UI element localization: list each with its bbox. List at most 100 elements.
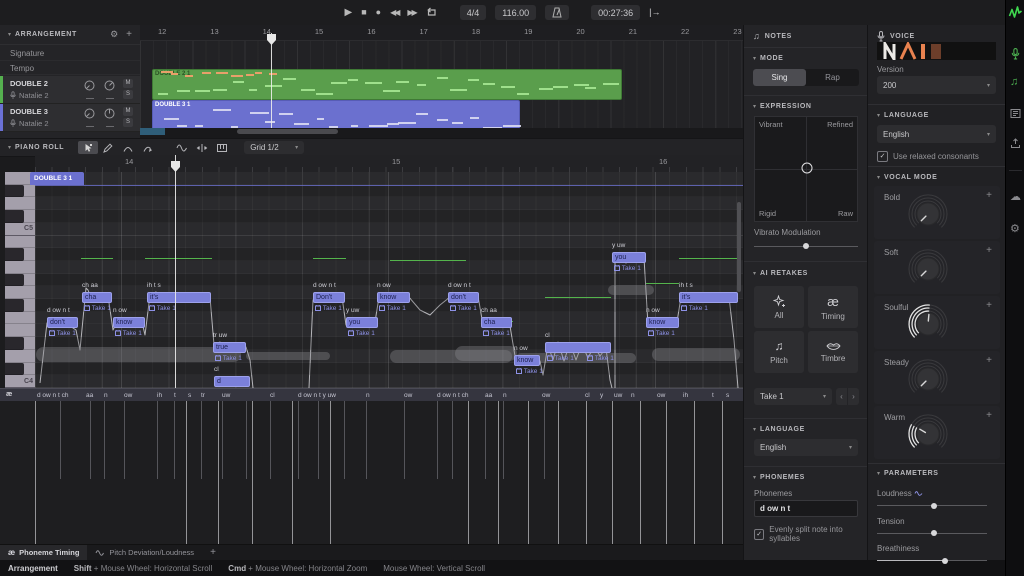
loudness-line[interactable] bbox=[646, 283, 679, 284]
piano-keys[interactable]: C5C4 bbox=[5, 172, 35, 388]
settings-gear-icon[interactable]: ⚙ bbox=[1010, 222, 1020, 235]
timing-line[interactable] bbox=[452, 401, 453, 479]
take-select[interactable]: Take 1▾ bbox=[754, 388, 832, 405]
timing-line[interactable] bbox=[558, 401, 559, 544]
loudness-line[interactable] bbox=[679, 258, 739, 259]
piano-view-toggle[interactable] bbox=[212, 141, 232, 154]
piano-roll-note[interactable]: cha bbox=[481, 317, 512, 328]
vocal-mode-knob[interactable] bbox=[902, 190, 954, 240]
piano-roll-scrollbar[interactable] bbox=[737, 202, 741, 292]
export-panel-icon[interactable] bbox=[1010, 138, 1021, 149]
loop-button[interactable] bbox=[425, 7, 438, 18]
phoneme-token[interactable]: t bbox=[174, 392, 176, 399]
grid-select[interactable]: Grid 1/2▾ bbox=[244, 141, 304, 154]
arrangement-settings-icon[interactable]: ⚙ bbox=[110, 29, 118, 40]
phoneme-token[interactable]: n bbox=[104, 392, 108, 399]
voice-logo[interactable] bbox=[877, 42, 996, 60]
piano-roll-note[interactable]: know bbox=[377, 292, 410, 303]
timing-line[interactable] bbox=[330, 401, 331, 544]
breathiness-slider[interactable] bbox=[877, 557, 987, 564]
expression-handle[interactable] bbox=[801, 163, 812, 174]
volume-knob[interactable] bbox=[104, 80, 115, 91]
slider-thumb[interactable] bbox=[931, 503, 937, 509]
version-select[interactable]: 200▾ bbox=[877, 76, 996, 94]
phonemes-section-header[interactable]: ▾PHONEMES bbox=[753, 474, 805, 481]
vocal-mode-knob[interactable] bbox=[902, 355, 954, 405]
rap-button[interactable]: Rap bbox=[806, 69, 859, 86]
arrangement-timeline[interactable]: 121314151617181920212223 DOUBLE 2 1DOUBL… bbox=[140, 25, 743, 138]
track-voice[interactable]: Natalie 2 bbox=[19, 91, 49, 100]
vocal-mode-header[interactable]: ▾VOCAL MODE bbox=[877, 174, 937, 181]
piano-roll-grid[interactable]: d ow n tdon't Take 1ch aacha Take 1n owk… bbox=[35, 172, 743, 388]
phoneme-token[interactable]: aa bbox=[86, 392, 93, 399]
vibrato-slider[interactable] bbox=[754, 243, 858, 250]
go-to-end-button[interactable]: |→ bbox=[649, 5, 660, 20]
pitch-pencil-tool-button[interactable] bbox=[138, 141, 158, 154]
note-take-label[interactable]: Take 1 bbox=[315, 305, 342, 312]
timing-line[interactable] bbox=[722, 401, 723, 544]
play-button[interactable]: ▶ bbox=[345, 5, 353, 20]
collapse-chevron-icon[interactable]: ▾ bbox=[8, 31, 11, 38]
piano-roll-note[interactable]: it's bbox=[147, 292, 211, 303]
piano-roll-note[interactable] bbox=[545, 342, 611, 353]
timing-line[interactable] bbox=[124, 401, 125, 479]
track-row[interactable]: DOUBLE 3Natalie 2MS bbox=[0, 104, 140, 132]
phoneme-token[interactable]: tr bbox=[201, 392, 205, 399]
timing-line[interactable] bbox=[292, 401, 293, 544]
scrollbar-thumb[interactable] bbox=[237, 129, 338, 134]
piano-roll-note[interactable]: don't bbox=[47, 317, 78, 328]
timing-line[interactable] bbox=[218, 401, 219, 544]
add-track-button[interactable]: + bbox=[126, 29, 132, 40]
note-take-label[interactable]: Take 1 bbox=[348, 330, 375, 337]
timing-line[interactable] bbox=[503, 401, 504, 479]
phoneme-strip[interactable]: æ d ow n t chaanowihtstruwcld ow n t y u… bbox=[0, 388, 743, 401]
tab-phoneme-timing[interactable]: æ Phoneme Timing bbox=[0, 545, 87, 560]
mute-button[interactable]: M bbox=[123, 107, 133, 116]
piano-roll-note[interactable]: you bbox=[346, 317, 378, 328]
phoneme-token[interactable]: cl bbox=[270, 392, 275, 399]
timing-line[interactable] bbox=[586, 401, 587, 544]
record-button[interactable]: ● bbox=[376, 5, 381, 20]
solo-button[interactable]: S bbox=[123, 118, 133, 127]
pitch-view-toggle[interactable] bbox=[172, 141, 192, 154]
timing-line[interactable] bbox=[186, 401, 187, 544]
note-take-label[interactable]: Take 1 bbox=[547, 355, 574, 362]
loudness-line[interactable] bbox=[81, 258, 113, 259]
mode-section-header[interactable]: ▾MODE bbox=[753, 55, 783, 62]
arrangement-clip[interactable]: DOUBLE 2 1 bbox=[152, 69, 622, 100]
note-take-label[interactable]: Take 1 bbox=[648, 330, 675, 337]
arrangement-scrollbar[interactable] bbox=[140, 128, 743, 138]
arrangement-ruler[interactable]: 121314151617181920212223 bbox=[140, 25, 743, 41]
phoneme-token[interactable]: n bbox=[503, 392, 507, 399]
note-take-label[interactable]: Take 1 bbox=[215, 355, 242, 362]
phoneme-token[interactable]: s bbox=[726, 392, 729, 399]
timing-line[interactable] bbox=[612, 401, 613, 544]
retake-timing-button[interactable]: æ Timing bbox=[808, 286, 858, 328]
voice-language-header[interactable]: ▾LANGUAGE bbox=[877, 112, 929, 119]
timing-line[interactable] bbox=[694, 401, 695, 544]
phoneme-token[interactable]: n bbox=[366, 392, 370, 399]
phoneme-token[interactable]: d ow n t ch bbox=[37, 392, 68, 399]
playhead[interactable] bbox=[271, 33, 272, 128]
timing-line[interactable] bbox=[344, 401, 345, 479]
take-next-button[interactable]: › bbox=[848, 388, 859, 405]
piano-roll-note[interactable]: know bbox=[646, 317, 679, 328]
piano-roll-note[interactable]: cha bbox=[82, 292, 112, 303]
loudness-slider[interactable] bbox=[877, 502, 987, 509]
piano-roll-clip-tab[interactable]: DOUBLE 3 1 bbox=[30, 172, 84, 185]
phoneme-token[interactable]: ow bbox=[657, 392, 665, 399]
retake-timbre-button[interactable]: Timbre bbox=[808, 331, 858, 373]
retake-all-button[interactable]: All bbox=[754, 286, 804, 328]
note-take-label[interactable]: Take 1 bbox=[49, 330, 76, 337]
track-name[interactable]: DOUBLE 2 bbox=[10, 79, 48, 88]
vocal-mode-knob[interactable] bbox=[902, 410, 954, 460]
tempo-display[interactable]: 116.00 bbox=[495, 5, 536, 20]
notes-panel-icon[interactable]: ♫ bbox=[1010, 76, 1018, 88]
note-take-label[interactable]: Take 1 bbox=[516, 368, 543, 375]
timing-line[interactable] bbox=[104, 401, 105, 479]
timing-line[interactable] bbox=[35, 401, 36, 544]
phoneme-timing-panel[interactable] bbox=[0, 401, 743, 545]
note-take-label[interactable]: Take 1 bbox=[149, 305, 176, 312]
piano-roll-note[interactable]: know bbox=[113, 317, 145, 328]
phoneme-token[interactable]: d ow n t y uw bbox=[298, 392, 336, 399]
